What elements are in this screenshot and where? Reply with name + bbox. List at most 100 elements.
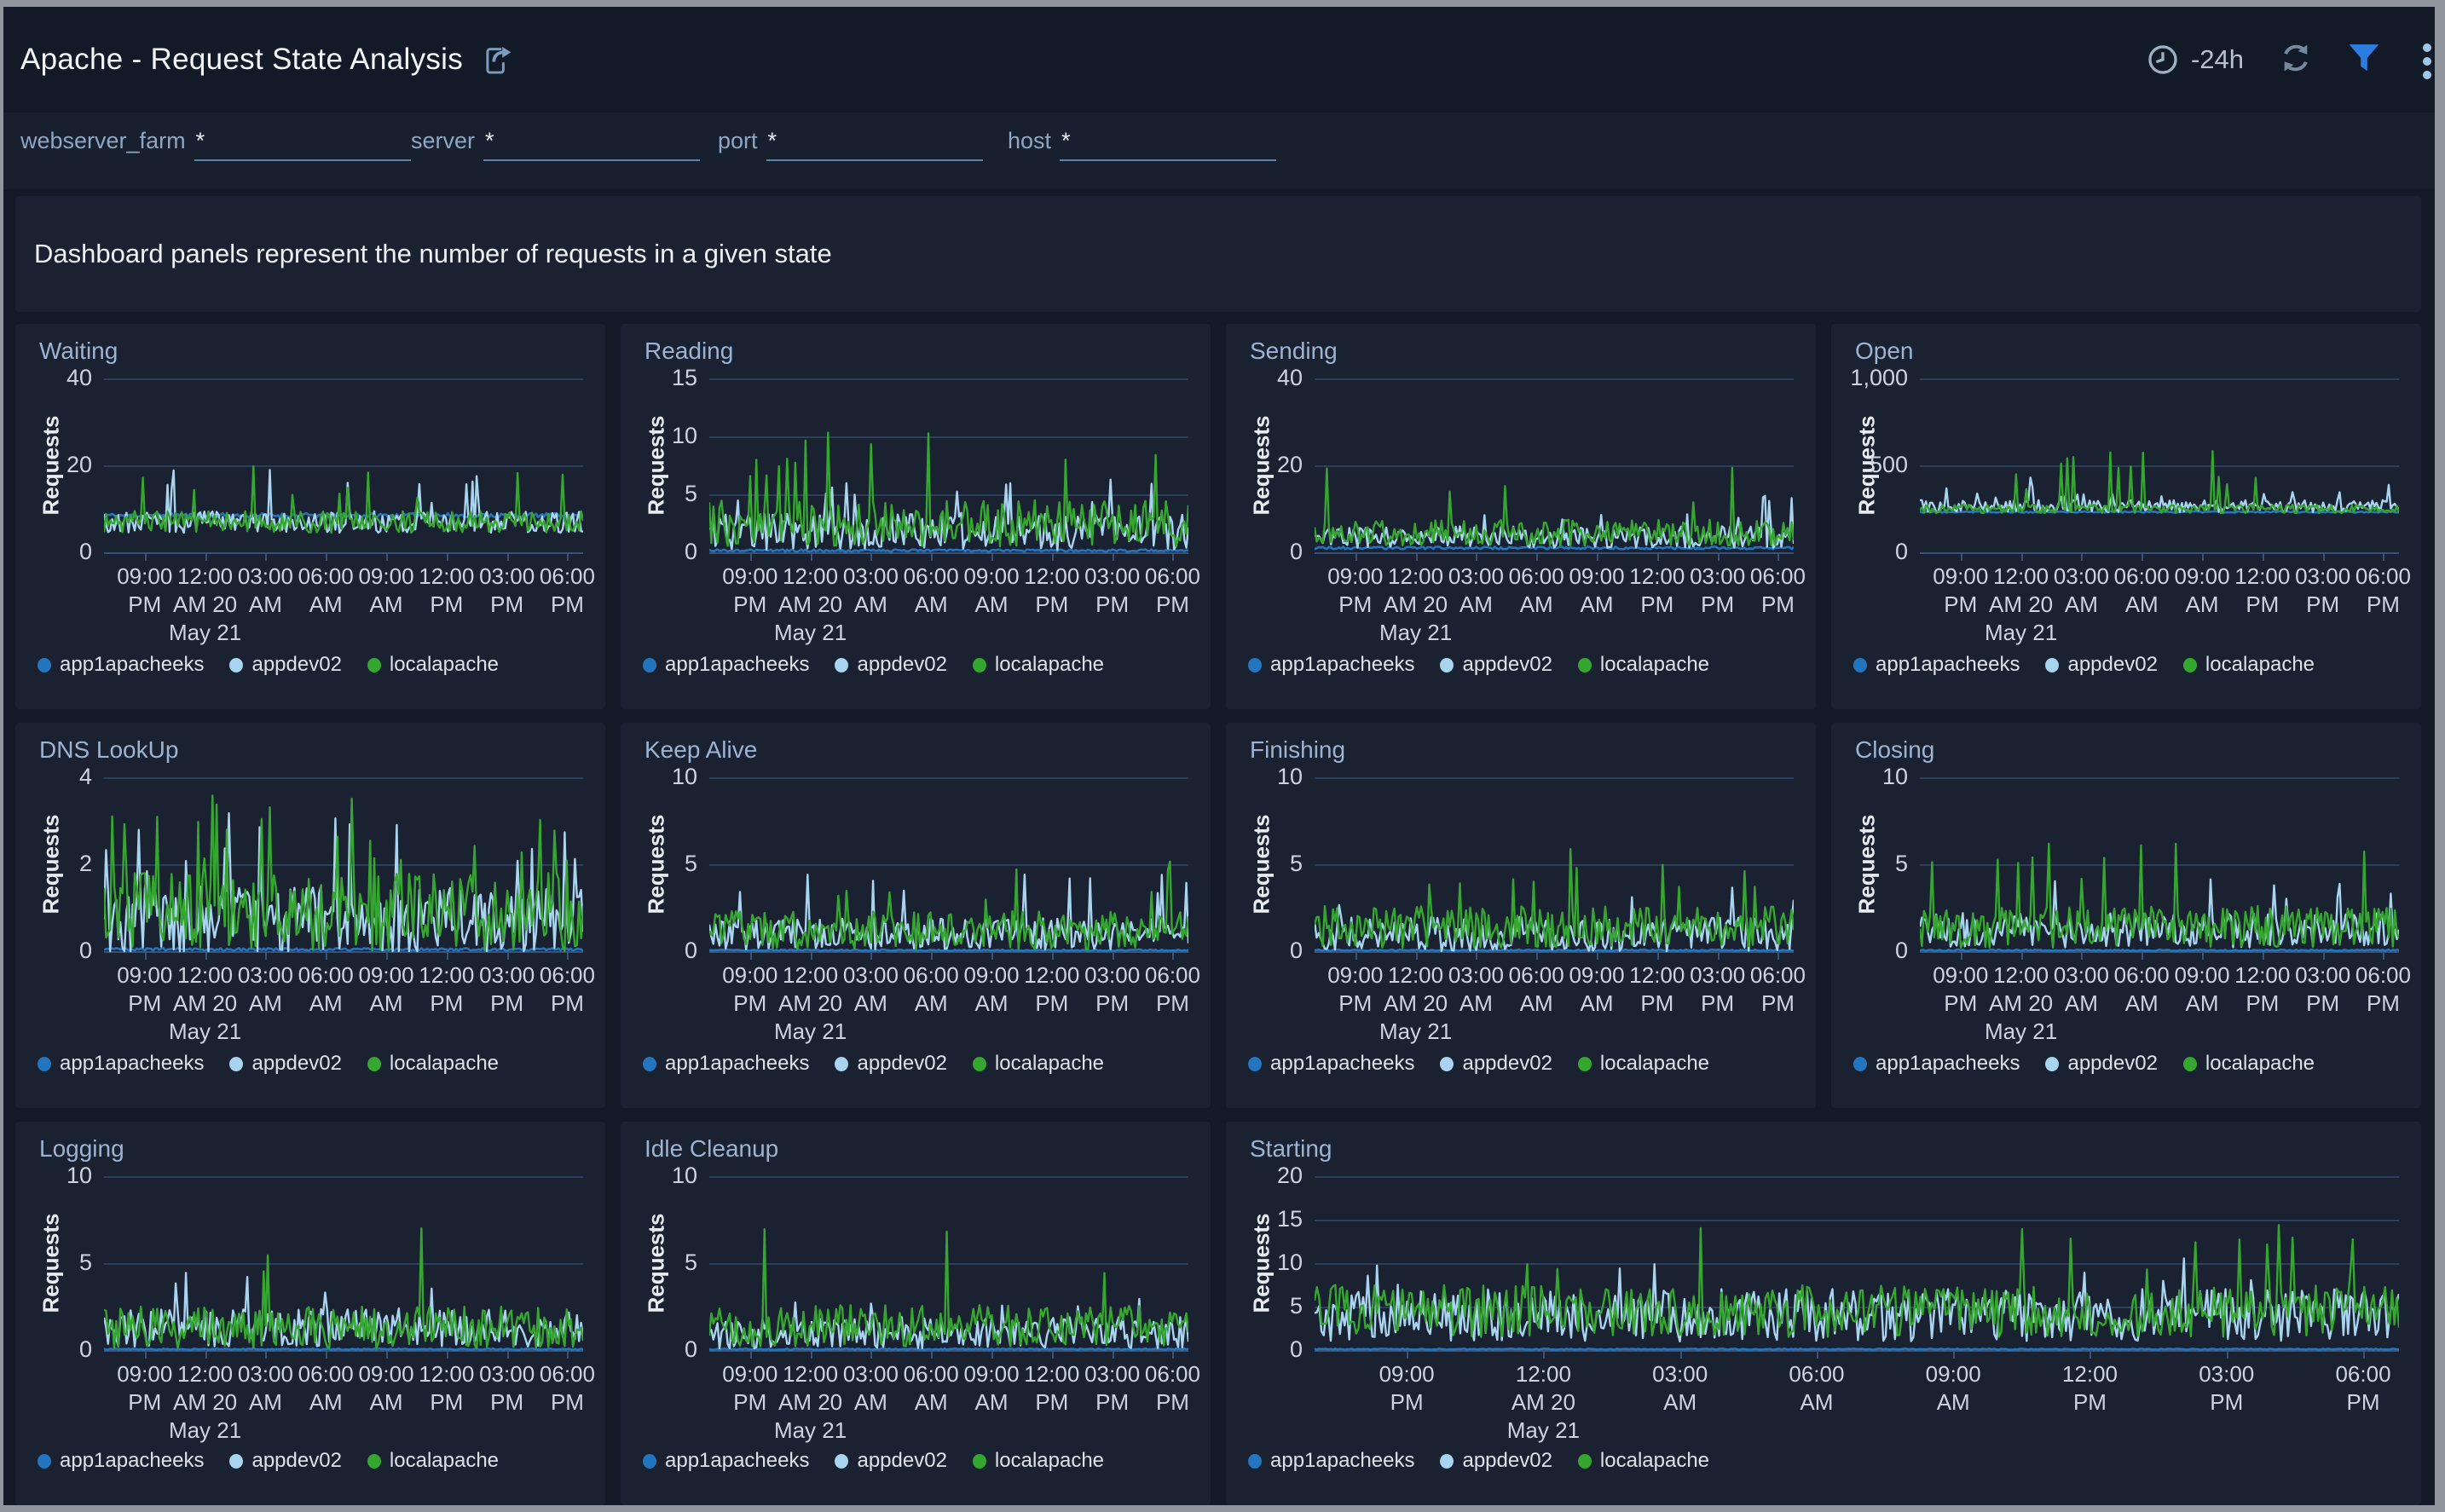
- refresh-icon: [2278, 40, 2314, 76]
- page-title: Apache - Request State Analysis: [20, 43, 463, 77]
- chart-plot[interactable]: [1920, 774, 2399, 955]
- chart-plot[interactable]: [104, 375, 583, 556]
- chart-plot[interactable]: [1315, 1173, 2399, 1353]
- legend-item-app1apacheeks[interactable]: app1apacheeks: [38, 1052, 204, 1076]
- chart-plot[interactable]: [1315, 774, 1794, 955]
- y-tick-label: 10: [1838, 764, 1908, 790]
- filter-input[interactable]: *: [483, 128, 700, 161]
- legend-item-localapache[interactable]: localapache: [367, 653, 499, 677]
- legend-item-localapache[interactable]: localapache: [2183, 1052, 2315, 1076]
- legend-item-localapache[interactable]: localapache: [1578, 653, 1709, 677]
- series-line-app1apacheeks: [709, 1348, 1188, 1350]
- legend-label: app1apacheeks: [665, 1449, 809, 1473]
- legend-label: localapache: [1600, 1052, 1709, 1076]
- x-tick-label: 09:00AM: [1893, 1360, 2013, 1417]
- chart-plot[interactable]: [104, 1173, 583, 1353]
- chart-plot[interactable]: [709, 1173, 1188, 1353]
- legend-dot: [1578, 1057, 1592, 1071]
- legend-dot: [2045, 1057, 2059, 1071]
- legend-label: app1apacheeks: [665, 1052, 809, 1076]
- panel-title: Open: [1855, 338, 1914, 365]
- legend-dot: [1248, 1057, 1262, 1071]
- filter-button[interactable]: [2348, 43, 2380, 78]
- refresh-button[interactable]: [2278, 40, 2314, 80]
- filter-label: server: [411, 128, 475, 161]
- y-axis-label: Requests: [644, 363, 670, 568]
- legend-label: app1apacheeks: [60, 653, 204, 677]
- chart-plot[interactable]: [709, 774, 1188, 955]
- legend-item-appdev02[interactable]: appdev02: [1440, 1052, 1552, 1076]
- legend-item-app1apacheeks[interactable]: app1apacheeks: [643, 653, 809, 677]
- legend-item-appdev02[interactable]: appdev02: [229, 653, 341, 677]
- chart-legend: app1apacheeks appdev02 localapache: [38, 1052, 499, 1076]
- share-icon[interactable]: [482, 43, 512, 82]
- legend-item-app1apacheeks[interactable]: app1apacheeks: [38, 1449, 204, 1473]
- series-line-app1apacheeks: [1920, 511, 2399, 513]
- legend-dot: [973, 658, 986, 672]
- y-tick-label: 10: [22, 1163, 92, 1189]
- legend-item-appdev02[interactable]: appdev02: [835, 1052, 946, 1076]
- series-line-app1apacheeks: [709, 949, 1188, 951]
- legend-dot: [1578, 1454, 1592, 1469]
- y-tick-label: 0: [627, 539, 697, 565]
- legend-item-appdev02[interactable]: appdev02: [1440, 1449, 1552, 1473]
- chart-panel: Idle Cleanup Requests app1apacheeksappde…: [621, 1122, 1211, 1505]
- filter-input[interactable]: *: [1060, 128, 1276, 161]
- legend-item-localapache[interactable]: localapache: [1578, 1449, 1709, 1473]
- filter-input[interactable]: *: [194, 128, 411, 161]
- panel-title: Idle Cleanup: [644, 1135, 778, 1163]
- legend-item-appdev02[interactable]: appdev02: [2045, 1052, 2157, 1076]
- panel-title: Logging: [39, 1135, 124, 1163]
- legend-item-app1apacheeks[interactable]: app1apacheeks: [1853, 1052, 2020, 1076]
- chart-plot[interactable]: [1920, 375, 2399, 556]
- legend-item-app1apacheeks[interactable]: app1apacheeks: [1248, 653, 1414, 677]
- legend-item-localapache[interactable]: localapache: [973, 653, 1104, 677]
- legend-label: appdev02: [1462, 653, 1552, 677]
- x-tick-label: 06:00PM: [1113, 1360, 1211, 1417]
- time-range-button[interactable]: -24h: [2147, 43, 2244, 76]
- kebab-menu-icon[interactable]: [2421, 43, 2433, 86]
- legend-item-app1apacheeks[interactable]: app1apacheeks: [1853, 653, 2020, 677]
- legend-label: localapache: [390, 653, 499, 677]
- y-tick-label: 500: [1838, 452, 1908, 478]
- legend-item-localapache[interactable]: localapache: [367, 1449, 499, 1473]
- legend-item-app1apacheeks[interactable]: app1apacheeks: [643, 1052, 809, 1076]
- legend-item-appdev02[interactable]: appdev02: [229, 1449, 341, 1473]
- x-tick-label: 12:00PM: [2030, 1360, 2149, 1417]
- legend-item-localapache[interactable]: localapache: [973, 1449, 1104, 1473]
- description-text: Dashboard panels represent the number of…: [34, 239, 832, 269]
- y-tick-label: 5: [22, 1249, 92, 1276]
- series-line-appdev02: [104, 470, 583, 533]
- legend-item-app1apacheeks[interactable]: app1apacheeks: [1248, 1449, 1414, 1473]
- legend-item-app1apacheeks[interactable]: app1apacheeks: [38, 653, 204, 677]
- legend-dot: [973, 1454, 986, 1469]
- legend-item-localapache[interactable]: localapache: [1578, 1052, 1709, 1076]
- legend-item-localapache[interactable]: localapache: [973, 1052, 1104, 1076]
- legend-label: app1apacheeks: [1876, 1052, 2020, 1076]
- legend-item-appdev02[interactable]: appdev02: [1440, 653, 1552, 677]
- legend-item-app1apacheeks[interactable]: app1apacheeks: [1248, 1052, 1414, 1076]
- legend-item-appdev02[interactable]: appdev02: [2045, 653, 2157, 677]
- panel-title: Keep Alive: [644, 736, 757, 764]
- legend-item-appdev02[interactable]: appdev02: [229, 1052, 341, 1076]
- legend-item-app1apacheeks[interactable]: app1apacheeks: [643, 1449, 809, 1473]
- chart-plot[interactable]: [1315, 375, 1794, 556]
- legend-item-localapache[interactable]: localapache: [367, 1052, 499, 1076]
- legend-item-appdev02[interactable]: appdev02: [835, 653, 946, 677]
- legend-item-appdev02[interactable]: appdev02: [835, 1449, 946, 1473]
- scrollbar[interactable]: [2435, 0, 2445, 1512]
- filter-input[interactable]: *: [766, 128, 983, 161]
- chart-legend: app1apacheeks appdev02 localapache: [1248, 653, 1709, 677]
- chart-plot[interactable]: [104, 774, 583, 955]
- x-tick-label: 06:00PM: [1113, 961, 1211, 1018]
- y-tick-label: 0: [1233, 539, 1303, 565]
- legend-dot: [1440, 658, 1454, 672]
- legend-dot: [835, 658, 848, 672]
- y-tick-label: 1,000: [1838, 365, 1908, 391]
- filter-field-server: server *: [411, 128, 700, 161]
- y-tick-label: 0: [1838, 938, 1908, 964]
- legend-dot: [38, 658, 51, 672]
- legend-item-localapache[interactable]: localapache: [2183, 653, 2315, 677]
- series-line-localapache: [709, 433, 1188, 547]
- chart-plot[interactable]: [709, 375, 1188, 556]
